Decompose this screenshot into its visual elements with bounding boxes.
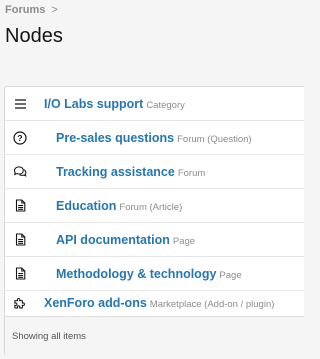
node-row-tracking-assistance[interactable]: Tracking assistance Forum — [5, 155, 304, 189]
node-title[interactable]: Education — [56, 199, 116, 213]
breadcrumb-forums[interactable]: Forums — [5, 4, 45, 16]
puzzle-icon — [13, 296, 27, 310]
list-footer: Showing all items — [5, 316, 304, 356]
node-title[interactable]: XenForo add-ons — [44, 296, 147, 310]
node-row-xenforo-addons[interactable]: XenForo add-ons Marketplace (Add-on / plu… — [5, 289, 304, 316]
node-row-education[interactable]: Education Forum (Article) — [5, 189, 304, 223]
node-list: I/O Labs support Category ? Pre-sales que… — [4, 86, 304, 356]
node-type: Page — [219, 269, 242, 281]
node-type: Forum (Article) — [119, 201, 183, 213]
node-title[interactable]: Tracking assistance — [56, 165, 175, 179]
showing-all-items-text: Showing all items — [12, 331, 86, 342]
node-row-api-documentation[interactable]: API documentation Page — [5, 223, 304, 257]
node-type: Page — [172, 235, 196, 247]
page-title: Nodes — [5, 25, 63, 47]
node-type: Forum (Question) — [177, 133, 252, 145]
node-row-methodology-technology[interactable]: Methodology & technology Page — [5, 257, 304, 291]
comments-icon — [13, 165, 27, 179]
bars-icon — [13, 97, 27, 111]
breadcrumb: Forums > — [5, 4, 58, 16]
node-title[interactable]: Pre-sales questions — [56, 131, 174, 145]
node-type: Forum — [177, 167, 206, 179]
node-title[interactable]: I/O Labs support — [44, 97, 143, 111]
node-type: Category — [146, 99, 185, 111]
file-text-icon — [13, 233, 27, 247]
file-text-icon — [13, 199, 27, 213]
node-title[interactable]: API documentation — [56, 233, 170, 247]
file-text-icon — [13, 267, 27, 281]
node-type: Marketplace (Add-on / plugin) — [149, 298, 275, 310]
node-title[interactable]: Methodology & technology — [56, 267, 216, 281]
node-row-pre-sales-questions[interactable]: ? Pre-sales questions Forum (Question) — [5, 121, 304, 155]
node-row-io-labs-support[interactable]: I/O Labs support Category — [5, 87, 304, 121]
question-circle-icon: ? — [13, 130, 27, 145]
svg-text:?: ? — [17, 133, 22, 143]
breadcrumb-separator: > — [51, 4, 58, 16]
